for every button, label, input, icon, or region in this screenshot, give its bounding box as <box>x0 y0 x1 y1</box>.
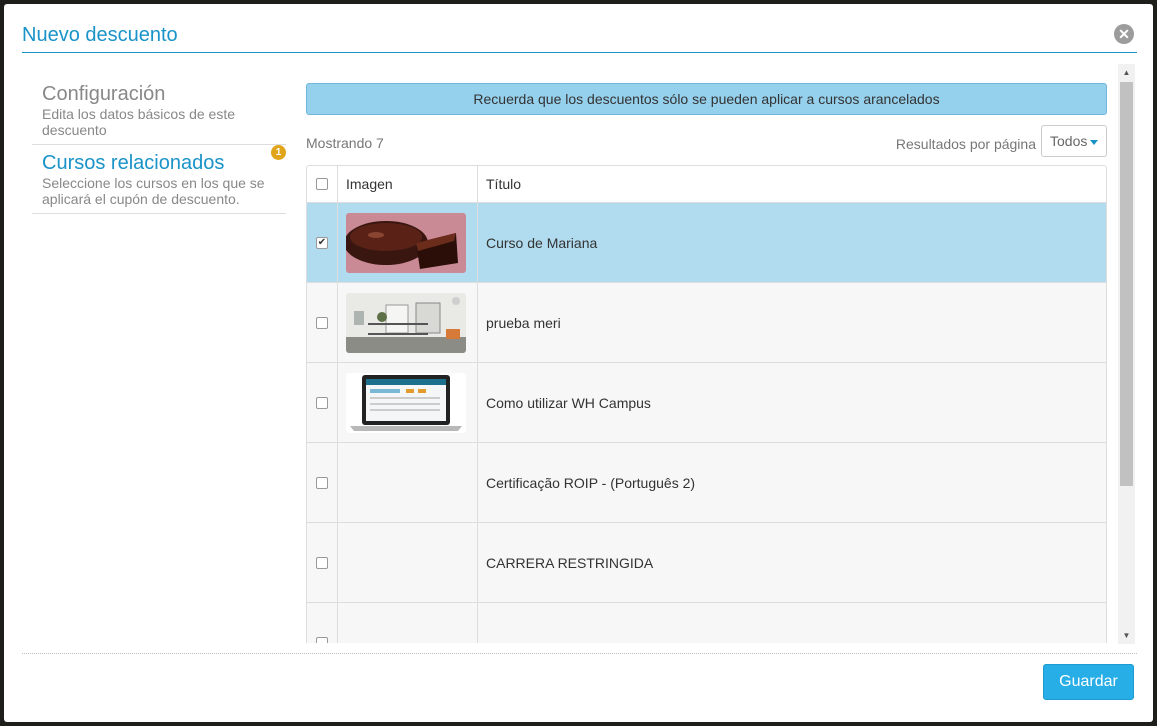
row-checkbox[interactable]: ✔ <box>316 236 328 249</box>
content-panel: Recuerda que los descuentos sólo se pued… <box>306 83 1107 643</box>
scrollbar-thumb[interactable] <box>1120 82 1133 486</box>
course-title: prueba meri <box>486 314 561 331</box>
course-thumbnail-room <box>346 292 466 353</box>
save-button[interactable]: Guardar <box>1043 664 1134 700</box>
footer-divider <box>22 653 1137 654</box>
select-all-checkbox[interactable] <box>316 178 328 190</box>
sidebar-nav: Configuración Edita los datos básicos de… <box>32 82 286 214</box>
close-icon[interactable]: ✕ <box>1114 24 1134 44</box>
table-row[interactable]: CARRERA RESTRINGIDA <box>307 523 1106 603</box>
nav-item-description: Edita los datos básicos de este descuent… <box>42 106 236 138</box>
nav-item-configuracion[interactable]: Configuración Edita los datos básicos de… <box>32 82 286 145</box>
nav-item-title: Cursos relacionados <box>42 152 225 174</box>
table-row[interactable]: ✔ Curso de Mariana <box>307 203 1106 283</box>
courses-table: Imagen Título ✔ Curso de Mariana prueba … <box>306 165 1107 643</box>
column-header-title: Título <box>486 176 522 192</box>
course-title: Como utilizar WH Campus <box>486 394 651 411</box>
per-page-value: Todos <box>1050 133 1088 149</box>
course-thumbnail-laptop <box>346 372 466 433</box>
course-title: Certificação ROIP - (Português 2) <box>486 474 696 491</box>
results-meta: Mostrando 7 Resultados por página Todos <box>306 119 1107 165</box>
discount-modal: Nuevo descuento ✕ Configuración Edita lo… <box>4 4 1153 722</box>
scroll-down-icon[interactable]: ▼ <box>1118 627 1135 644</box>
row-checkbox[interactable] <box>316 476 328 489</box>
course-title <box>478 603 1106 643</box>
row-checkbox[interactable] <box>316 316 328 329</box>
modal-title: Nuevo descuento <box>22 24 178 46</box>
nav-item-description: Seleccione los cursos en los que se apli… <box>42 175 265 207</box>
course-title: CARRERA RESTRINGIDA <box>486 554 654 571</box>
title-divider <box>22 52 1137 53</box>
per-page-label: Resultados por página <box>895 136 1036 152</box>
row-checkbox[interactable] <box>316 636 328 643</box>
table-row[interactable]: prueba meri <box>307 283 1106 363</box>
column-header-image: Imagen <box>338 166 478 202</box>
vertical-scrollbar[interactable]: ▲ ▼ <box>1118 64 1135 644</box>
count-badge: 1 <box>271 145 286 160</box>
per-page-select[interactable]: Todos <box>1041 125 1107 157</box>
row-checkbox[interactable] <box>316 396 328 409</box>
nav-item-cursos-relacionados[interactable]: Cursos relacionados Seleccione los curso… <box>32 145 286 214</box>
table-row[interactable]: Certificação ROIP - (Português 2) <box>307 443 1106 523</box>
checkmark-icon: ✔ <box>317 236 327 248</box>
caret-down-icon <box>1090 140 1098 145</box>
scroll-up-icon[interactable]: ▲ <box>1118 64 1135 81</box>
table-row[interactable] <box>307 603 1106 643</box>
table-row[interactable]: Como utilizar WH Campus <box>307 363 1106 443</box>
info-alert: Recuerda que los descuentos sólo se pued… <box>306 83 1107 115</box>
course-thumbnail-cake <box>346 212 466 273</box>
row-checkbox[interactable] <box>316 556 328 569</box>
table-header: Imagen Título <box>307 166 1106 203</box>
course-title: Curso de Mariana <box>486 234 598 251</box>
nav-item-title: Configuración <box>42 83 166 105</box>
results-count: Mostrando 7 <box>306 135 384 151</box>
